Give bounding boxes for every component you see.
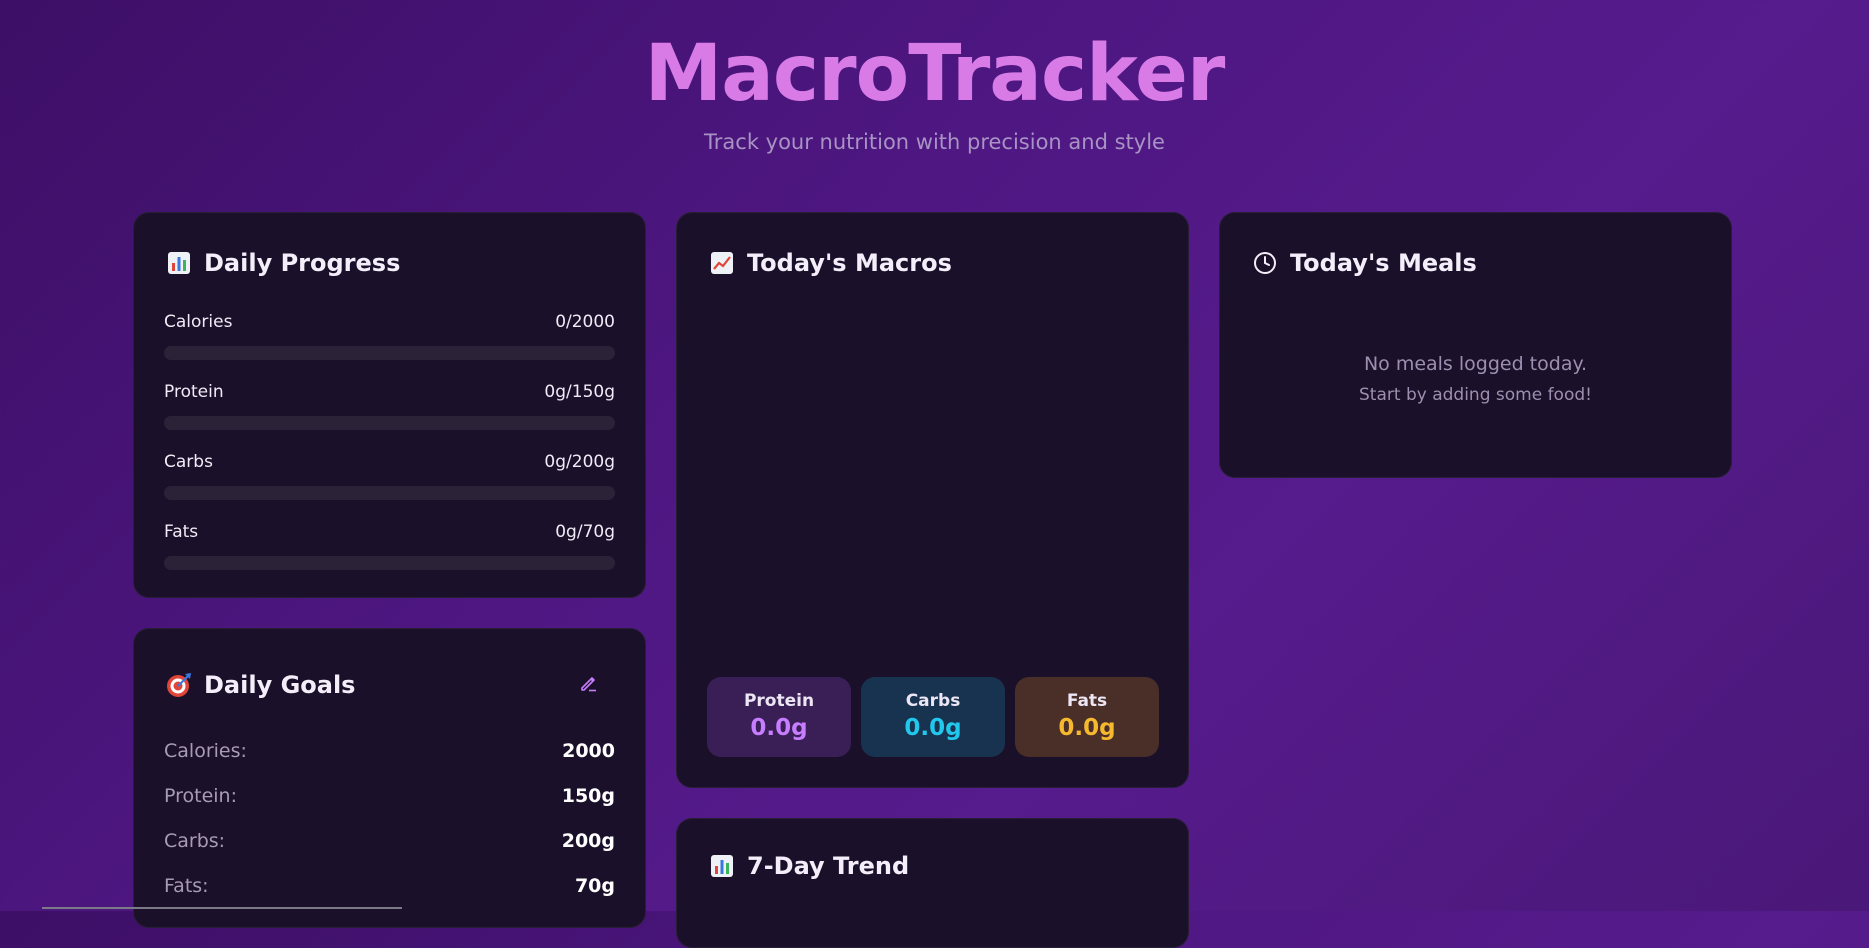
trending-chart-icon bbox=[709, 250, 735, 276]
goal-label: Fats: bbox=[164, 875, 209, 897]
app-title: MacroTracker bbox=[644, 29, 1226, 119]
goal-label: Calories: bbox=[164, 740, 247, 762]
macro-box-carbs: Carbs 0.0g bbox=[861, 677, 1005, 757]
macro-label: Fats bbox=[1066, 691, 1108, 711]
progress-bar bbox=[164, 486, 615, 500]
progress-label: Calories bbox=[164, 312, 233, 332]
macro-box-fats: Fats 0.0g bbox=[1015, 677, 1159, 757]
macro-label: Carbs bbox=[905, 691, 961, 711]
progress-label: Protein bbox=[164, 382, 224, 402]
progress-bar bbox=[164, 416, 615, 430]
progress-bar bbox=[164, 556, 615, 570]
empty-state-title: No meals logged today. bbox=[1363, 353, 1588, 375]
progress-label: Carbs bbox=[164, 452, 213, 472]
progress-value: 0g/150g bbox=[544, 382, 615, 402]
goal-row-carbs: Carbs: 200g bbox=[164, 830, 615, 852]
progress-row-calories: Calories 0/2000 bbox=[164, 312, 615, 360]
goal-row-calories: Calories: 2000 bbox=[164, 740, 615, 762]
todays-meals-title: Today's Meals bbox=[1252, 249, 1477, 277]
trend-label: 7-Day Trend bbox=[747, 852, 910, 880]
edit-goals-button[interactable] bbox=[575, 671, 603, 699]
daily-progress-card: Daily Progress Calories 0/2000 Protein 0… bbox=[133, 212, 646, 598]
progress-row-fats: Fats 0g/70g bbox=[164, 522, 615, 570]
daily-progress-title: Daily Progress bbox=[166, 249, 400, 277]
macro-box-protein: Protein 0.0g bbox=[707, 677, 851, 757]
todays-meals-label: Today's Meals bbox=[1290, 249, 1477, 277]
app-header: MacroTracker Track your nutrition with p… bbox=[0, 28, 1869, 154]
goal-value: 70g bbox=[574, 875, 615, 897]
target-icon bbox=[166, 672, 192, 698]
progress-row-protein: Protein 0g/150g bbox=[164, 382, 615, 430]
bar-chart-icon bbox=[166, 250, 192, 276]
todays-macros-card: Today's Macros Protein 0.0g Carbs 0.0g F… bbox=[676, 212, 1189, 788]
daily-progress-label: Daily Progress bbox=[204, 249, 401, 277]
app-subtitle: Track your nutrition with precision and … bbox=[704, 130, 1165, 154]
progress-bar bbox=[164, 346, 615, 360]
todays-meals-card: Today's Meals No meals logged today. Sta… bbox=[1219, 212, 1732, 478]
goal-label: Carbs: bbox=[164, 830, 226, 852]
trend-title: 7-Day Trend bbox=[709, 852, 909, 880]
macro-value: 0.0g bbox=[904, 715, 962, 741]
bar-chart-icon bbox=[709, 853, 735, 879]
todays-macros-title: Today's Macros bbox=[709, 249, 952, 277]
pencil-icon bbox=[579, 673, 599, 697]
seven-day-trend-card: 7-Day Trend bbox=[676, 818, 1189, 948]
progress-label: Fats bbox=[164, 522, 199, 542]
goal-row-fats: Fats: 70g bbox=[164, 875, 615, 897]
macro-label: Protein bbox=[743, 691, 815, 711]
daily-goals-card: Daily Goals Calories: 2000 Protein: 150g… bbox=[133, 628, 646, 928]
macro-value: 0.0g bbox=[750, 715, 808, 741]
progress-value: 0/2000 bbox=[555, 312, 615, 332]
horizontal-scrollbar[interactable] bbox=[42, 907, 402, 909]
empty-state-subtitle: Start by adding some food! bbox=[1359, 385, 1592, 405]
goal-row-protein: Protein: 150g bbox=[164, 785, 615, 807]
goal-value: 2000 bbox=[562, 740, 615, 762]
goal-label: Protein: bbox=[164, 785, 238, 807]
progress-row-carbs: Carbs 0g/200g bbox=[164, 452, 615, 500]
goal-value: 150g bbox=[561, 785, 615, 807]
daily-goals-label: Daily Goals bbox=[204, 671, 356, 699]
macro-value: 0.0g bbox=[1058, 715, 1116, 741]
daily-goals-title: Daily Goals bbox=[166, 671, 355, 699]
progress-value: 0g/200g bbox=[544, 452, 615, 472]
goal-value: 200g bbox=[561, 830, 615, 852]
clock-icon bbox=[1252, 250, 1278, 276]
todays-macros-label: Today's Macros bbox=[747, 249, 952, 277]
progress-value: 0g/70g bbox=[555, 522, 615, 542]
